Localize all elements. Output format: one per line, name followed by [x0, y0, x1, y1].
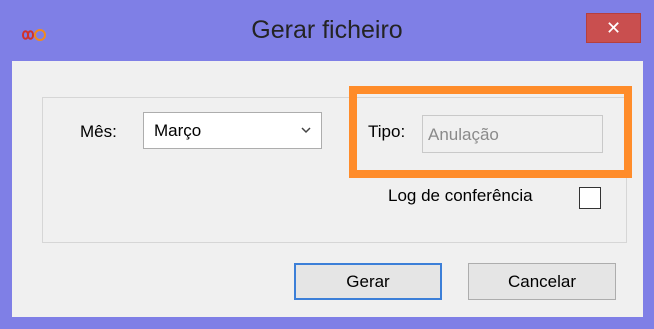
close-button[interactable]: ✕ — [586, 13, 641, 43]
close-icon: ✕ — [605, 18, 622, 38]
cancelar-button[interactable]: Cancelar — [468, 263, 616, 300]
dialog-window: Gerar ficheiro ✕ Mês: Março Tipo: Anulaç… — [0, 0, 654, 329]
mes-select[interactable]: Março — [143, 112, 322, 149]
tipo-field-value: Anulação — [428, 125, 499, 144]
gerar-button[interactable]: Gerar — [294, 263, 442, 300]
mes-select-value: Março — [154, 121, 202, 140]
log-conferencia-checkbox[interactable] — [579, 187, 601, 209]
tipo-field: Anulação — [422, 115, 603, 153]
log-conferencia-label: Log de conferência — [388, 186, 533, 205]
tipo-label: Tipo: — [368, 122, 406, 141]
window-title: Gerar ficheiro — [251, 16, 403, 44]
mes-label: Mês: — [80, 122, 117, 141]
chevron-down-icon — [301, 127, 311, 134]
title-bar[interactable]: Gerar ficheiro ✕ — [0, 0, 654, 58]
